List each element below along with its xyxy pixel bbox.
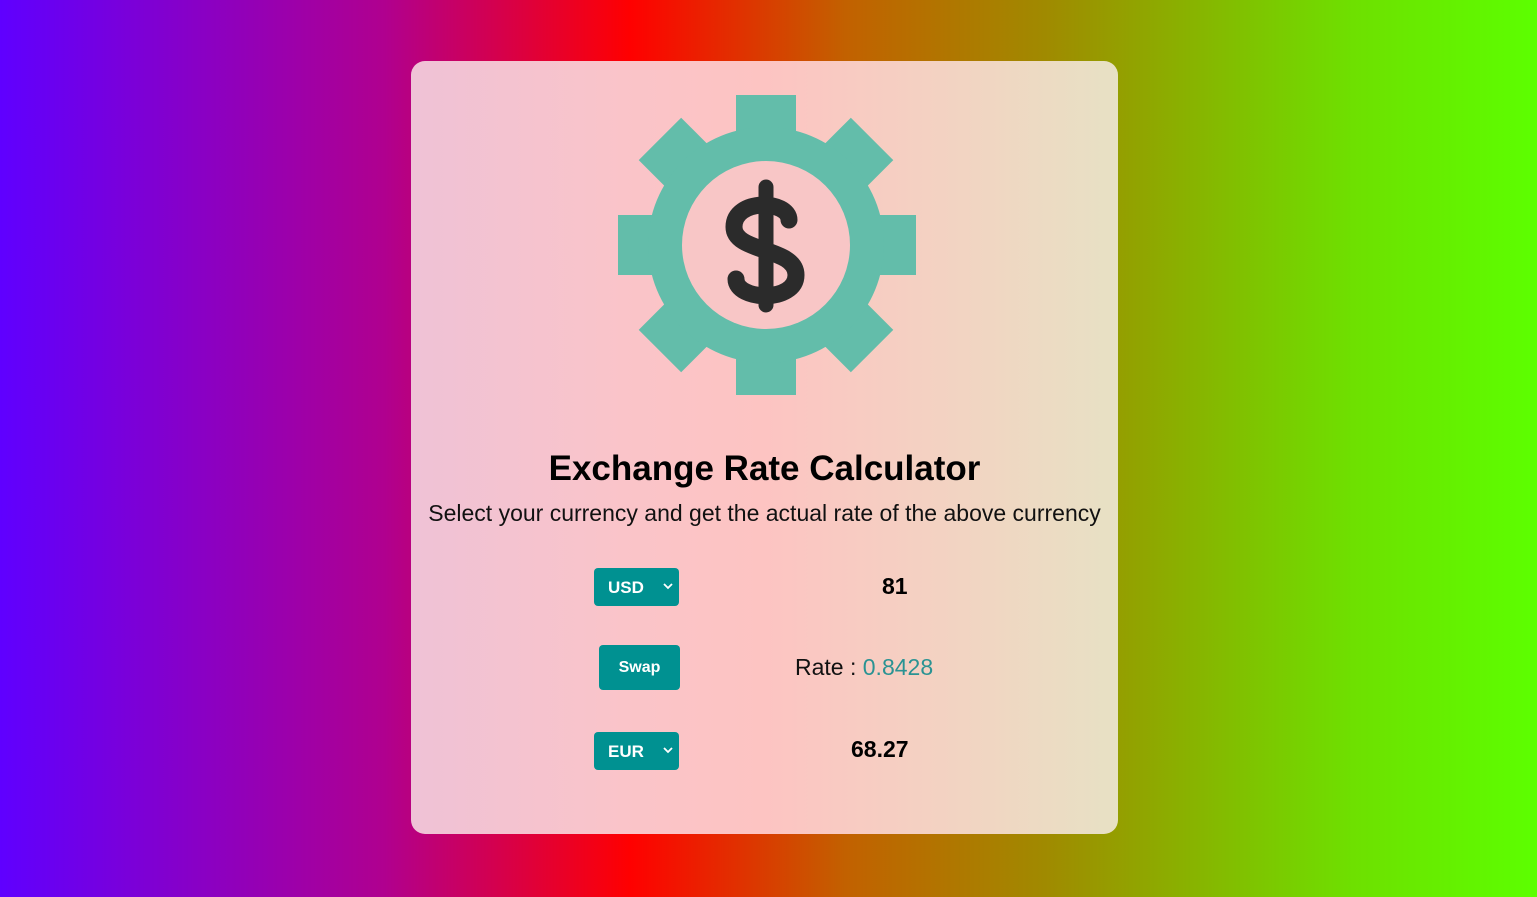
- page-title: Exchange Rate Calculator: [548, 449, 981, 488]
- swap-button[interactable]: Swap: [599, 645, 680, 690]
- currency-one-amount-input[interactable]: 81: [882, 573, 908, 600]
- currency-two-select[interactable]: EUR: [594, 732, 679, 770]
- rate-label: Rate :: [795, 654, 863, 680]
- currency-two-amount-input[interactable]: 68.27: [851, 736, 909, 763]
- rate-display: Rate : 0.8428: [795, 654, 933, 681]
- currency-two-code: EUR: [608, 742, 644, 761]
- chevron-down-icon: [663, 583, 673, 590]
- chevron-down-icon: [663, 747, 673, 754]
- rate-value: 0.8428: [862, 654, 934, 680]
- calculator-card: Exchange Rate Calculator Select your cur…: [411, 61, 1118, 834]
- dollar-gear-icon: [618, 95, 916, 395]
- currency-one-select[interactable]: USD: [594, 568, 679, 606]
- page-subtitle: Select your currency and get the actual …: [428, 500, 1101, 526]
- currency-one-code: USD: [608, 578, 644, 597]
